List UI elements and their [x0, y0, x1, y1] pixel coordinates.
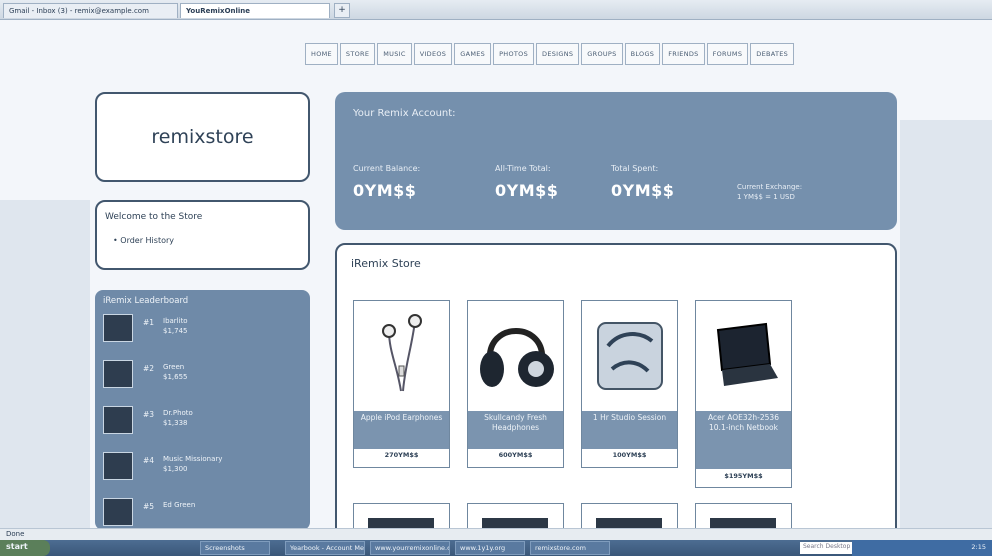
taskbar-item[interactable]: www.yourremixonline.c... [370, 541, 450, 555]
current-balance: Current Balance: 0YM$$ [353, 164, 420, 200]
user-avatar[interactable] [103, 498, 133, 526]
bullet-icon: • [113, 236, 118, 245]
product-name[interactable]: Skullcandy Fresh Headphones [468, 411, 563, 449]
nav-photos[interactable]: PHOTOS [493, 43, 535, 65]
product-card[interactable]: 1 Hr Studio Session 100YM$$ [581, 300, 678, 468]
browser-status-bar: Done [0, 528, 992, 540]
store-logo[interactable]: remixstore [151, 126, 253, 148]
product-name[interactable]: 1 Hr Studio Session [582, 411, 677, 449]
exchange-note-line-1: Current Exchange: [737, 183, 803, 191]
product-name[interactable]: Apple iPod Earphones [354, 411, 449, 449]
current-balance-label: Current Balance: [353, 164, 421, 173]
leaderboard-rank: #4 [143, 456, 155, 465]
leaderboard-row[interactable]: #3 Dr.Photo $1,338 [103, 406, 302, 452]
nav-videos[interactable]: VIDEOS [413, 43, 453, 65]
earphones-image[interactable] [354, 301, 449, 411]
leaderboard-amount: $1,655 [163, 373, 188, 381]
user-avatar[interactable] [103, 406, 133, 434]
user-avatar[interactable] [103, 360, 133, 388]
leaderboard-panel: iRemix Leaderboard #1 Ibarlito $1,745 #2 … [95, 290, 310, 530]
nav-friends[interactable]: FRIENDS [662, 43, 705, 65]
product-card[interactable]: Acer AOE32h-2536 10.1-inch Netbook $195Y… [695, 300, 792, 488]
nav-music[interactable]: MUSIC [377, 43, 412, 65]
total-spent: Total Spent: 0YM$$ [611, 164, 674, 200]
start-button[interactable]: start [0, 540, 50, 556]
clock-text: 2:15 [971, 543, 986, 551]
netbook-image[interactable] [696, 301, 791, 411]
nav-blogs[interactable]: BLOGS [624, 43, 661, 65]
product-price: 600YM$$ [498, 451, 533, 459]
leaderboard-name[interactable]: Dr.Photo [163, 408, 193, 418]
order-history-label[interactable]: Order History [120, 236, 174, 245]
leaderboard-name[interactable]: Ed Green [163, 500, 195, 510]
browser-tab-gmail[interactable]: Gmail - Inbox (3) - remix@example.com [3, 3, 178, 18]
leaderboard-rank: #1 [143, 318, 155, 327]
top-nav: HOME STORE MUSIC VIDEOS GAMES PHOTOS DES… [305, 43, 796, 65]
browser-tab-bar: Gmail - Inbox (3) - remix@example.com Yo… [0, 0, 992, 20]
windows-taskbar: start Screenshots Yearbook - Account Me.… [0, 540, 992, 556]
leaderboard-row[interactable]: #5 Ed Green [103, 498, 302, 530]
all-time-total-label: All-Time Total: [495, 164, 551, 173]
leaderboard-name[interactable]: Ibarlito [163, 316, 188, 326]
system-tray: 2:15 [852, 540, 992, 556]
leaderboard-row[interactable]: #4 Music Missionary $1,300 [103, 452, 302, 498]
leaderboard-row[interactable]: #2 Green $1,655 [103, 360, 302, 406]
background-shape-left [0, 200, 90, 530]
product-price: 100YM$$ [612, 451, 647, 459]
leaderboard-name[interactable]: Music Missionary [163, 454, 222, 464]
nav-groups[interactable]: GROUPS [581, 43, 623, 65]
store-title: iRemix Store [351, 257, 421, 270]
leaderboard-amount: $1,745 [163, 327, 188, 335]
nav-games[interactable]: GAMES [454, 43, 492, 65]
leaderboard-row[interactable]: #1 Ibarlito $1,745 [103, 314, 302, 360]
headphones-image[interactable] [468, 301, 563, 411]
nav-home[interactable]: HOME [305, 43, 338, 65]
product-thumbnail[interactable] [710, 518, 776, 528]
leaderboard-rank: #3 [143, 410, 155, 419]
product-card[interactable]: Skullcandy Fresh Headphones 600YM$$ [467, 300, 564, 468]
studio-time-image[interactable] [582, 301, 677, 411]
product-price: 270YM$$ [384, 451, 419, 459]
background-shape-right [900, 120, 992, 530]
store-panel: iRemix Store Apple iPod Earphones 270YM$… [335, 243, 897, 543]
nav-store[interactable]: STORE [339, 43, 376, 65]
nav-debates[interactable]: DEBATES [750, 43, 795, 65]
leaderboard-rank: #5 [143, 502, 155, 511]
leaderboard-amount: $1,300 [163, 465, 188, 473]
all-time-total: All-Time Total: 0YM$$ [495, 164, 558, 200]
product-price: $195YM$$ [724, 472, 763, 480]
account-title: Your Remix Account: [353, 108, 456, 119]
total-spent-label: Total Spent: [611, 164, 659, 173]
product-thumbnail[interactable] [482, 518, 548, 528]
nav-forums[interactable]: FORUMS [706, 43, 749, 65]
browser-tab-youremix[interactable]: YouRemixOnline [180, 3, 330, 18]
status-text: Done [6, 530, 25, 538]
user-avatar[interactable] [103, 314, 133, 342]
total-spent-value: 0YM$$ [611, 181, 675, 200]
welcome-title: Welcome to the Store [105, 212, 203, 222]
user-avatar[interactable] [103, 452, 133, 480]
product-thumbnail[interactable] [368, 518, 434, 528]
leaderboard-name[interactable]: Green [163, 362, 188, 372]
taskbar-item[interactable]: www.1y1y.org [455, 541, 525, 555]
store-logo-panel: remixstore [95, 92, 310, 182]
exchange-note-line-2: 1 YM$$ = 1 USD [737, 193, 795, 201]
leaderboard-amount: $1,338 [163, 419, 188, 427]
product-thumbnail[interactable] [596, 518, 662, 528]
taskbar-item[interactable]: Screenshots [200, 541, 270, 555]
welcome-panel: Welcome to the Store • Order History [95, 200, 310, 270]
leaderboard-rank: #2 [143, 364, 155, 373]
taskbar-item[interactable]: Yearbook - Account Me... [285, 541, 365, 555]
product-card[interactable]: Apple iPod Earphones 270YM$$ [353, 300, 450, 468]
account-panel: Your Remix Account: Current Balance: 0YM… [335, 92, 897, 230]
order-history-link[interactable]: • Order History [113, 236, 300, 245]
all-time-total-value: 0YM$$ [495, 181, 559, 200]
exchange-rate-note: Current Exchange: 1 YM$$ = 1 USD [737, 182, 802, 202]
new-tab-button[interactable]: + [334, 3, 350, 18]
leaderboard-title: iRemix Leaderboard [103, 296, 189, 306]
current-balance-value: 0YM$$ [353, 181, 417, 200]
product-name[interactable]: Acer AOE32h-2536 10.1-inch Netbook [696, 411, 791, 469]
nav-designs[interactable]: DESIGNS [536, 43, 580, 65]
taskbar-item[interactable]: remixstore.com [530, 541, 610, 555]
